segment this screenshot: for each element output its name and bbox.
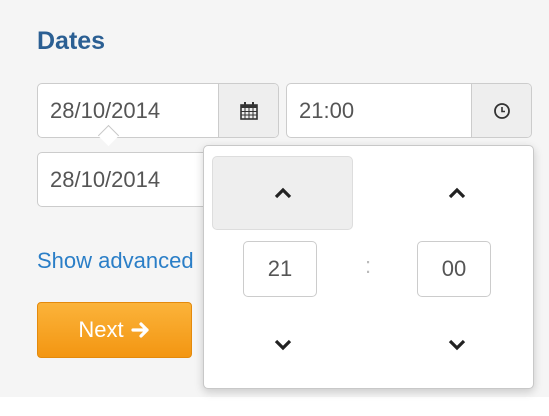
- arrow-right-icon: [131, 322, 149, 338]
- hour-value[interactable]: 21: [243, 241, 317, 297]
- time-separator: :: [365, 253, 372, 278]
- minute-decrement-button[interactable]: [386, 310, 527, 380]
- clock-icon: [493, 102, 510, 119]
- section-title: Dates: [37, 27, 106, 55]
- calendar-icon: [239, 101, 258, 120]
- start-date-value[interactable]: 28/10/2014: [38, 84, 218, 137]
- chevron-down-icon: [274, 339, 291, 351]
- start-date-field[interactable]: 28/10/2014: [37, 83, 279, 138]
- minute-increment-button[interactable]: [386, 156, 527, 230]
- start-time-value[interactable]: 21:00: [287, 84, 471, 137]
- hour-increment-button[interactable]: [212, 156, 353, 230]
- chevron-up-icon: [448, 187, 465, 199]
- next-button-label: Next: [78, 317, 124, 342]
- next-button[interactable]: Next: [37, 302, 192, 358]
- start-time-field[interactable]: 21:00: [286, 83, 532, 138]
- start-time-clock-button[interactable]: [471, 84, 531, 137]
- minute-value[interactable]: 00: [417, 241, 491, 297]
- chevron-up-icon: [274, 187, 291, 199]
- end-date-value[interactable]: 28/10/2014: [38, 153, 218, 206]
- start-date-calendar-button[interactable]: [218, 84, 278, 137]
- show-advanced-link[interactable]: Show advanced: [37, 248, 194, 274]
- chevron-down-icon: [448, 339, 465, 351]
- hour-decrement-button[interactable]: [212, 310, 353, 380]
